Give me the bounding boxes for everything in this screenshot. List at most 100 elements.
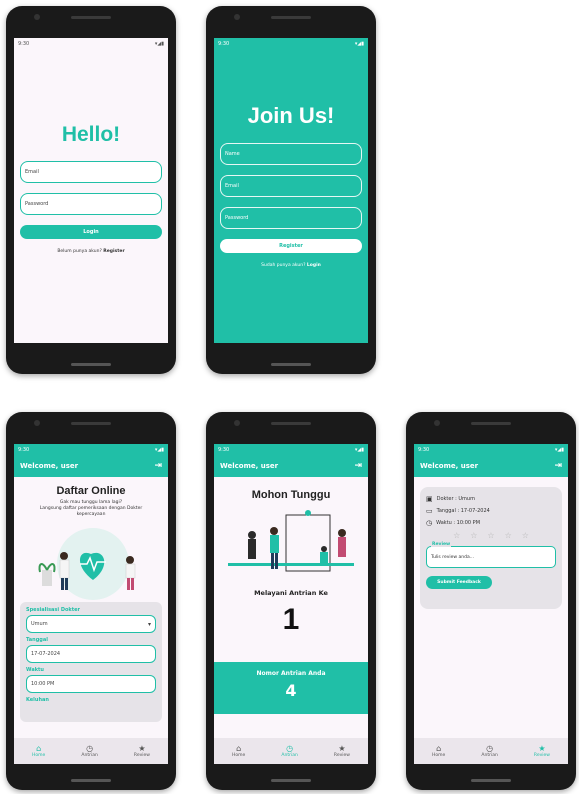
review-card: ▣ Dokter : Umum ▭ Tanggal : 17-07-2024 ◷ Wa… [420, 487, 562, 609]
speaker [71, 422, 111, 425]
keluhan-label: Keluhan [26, 697, 49, 703]
star-icon[interactable]: ☆ [470, 531, 477, 540]
home-icon: ⌂ [436, 744, 442, 753]
status-bar: 9:30 ▾◢▮ [14, 38, 168, 49]
home-icon: ⌂ [236, 744, 242, 753]
login-title: Hello! [61, 123, 121, 146]
register-link[interactable]: Register [103, 249, 124, 254]
status-bar: 9:30 ▾◢▮ [14, 444, 168, 455]
speaker [71, 16, 111, 19]
logout-icon[interactable]: ⇥ [354, 461, 362, 471]
your-number-panel: Nomor Antrian Anda 4 [214, 662, 368, 714]
star-icon: ★ [538, 744, 546, 753]
password-field[interactable]: Password [220, 207, 362, 229]
home-indicator [71, 363, 111, 366]
register-screen: 9:30 ▾◢▮ Join Us! Name Email Password Re… [214, 38, 368, 343]
status-bar: 9:30 ▾◢▮ [214, 38, 368, 49]
home-icon: ⌂ [36, 744, 42, 753]
logout-icon[interactable]: ⇥ [554, 461, 562, 471]
bottom-nav: ⌂ Home ◷ Antrian ★ Review [14, 738, 168, 764]
nav-antrian[interactable]: ◷ Antrian [481, 744, 497, 758]
spesialisasi-label: Spesialisasi Dokter [26, 607, 81, 613]
camera [34, 420, 40, 426]
status-icons: ▾◢▮ [554, 446, 564, 453]
nav-home[interactable]: ⌂ Home [232, 744, 245, 758]
nav-antrian-label: Antrian [81, 753, 98, 758]
app-bar-title: Welcome, user [420, 462, 479, 470]
logout-icon[interactable]: ⇥ [154, 461, 162, 471]
nav-review-label: Review [533, 753, 550, 758]
nav-antrian[interactable]: ◷ Antrian [81, 744, 97, 758]
spesialisasi-select[interactable]: Umum ▾ [26, 615, 156, 633]
nav-antrian-label: Antrian [481, 753, 498, 758]
waktu-label: Waktu [26, 667, 44, 673]
has-account-text: Sudah punya akun? [261, 263, 306, 268]
review-field[interactable]: Review Tulis review anda... [426, 542, 556, 568]
calendar-icon: ▭ [426, 507, 433, 515]
star-icon[interactable]: ☆ [505, 531, 512, 540]
star-icon[interactable]: ☆ [487, 531, 494, 540]
doctor-illustration [38, 528, 136, 600]
doctor-icon: ▣ [426, 495, 433, 503]
camera [234, 14, 240, 20]
nav-home-label: Home [32, 753, 46, 758]
nav-review-label: Review [133, 753, 150, 758]
submit-feedback-button[interactable]: Submit Feedback [426, 576, 492, 589]
detail-tanggal-text: Tanggal : 17-07-2024 [436, 508, 490, 514]
status-icons: ▾◢▮ [154, 40, 164, 47]
login-button[interactable]: Login [20, 225, 162, 239]
clock-icon: ◷ [426, 519, 433, 527]
review-label: Review [431, 542, 452, 547]
bottom-nav: ⌂ Home ◷ Antrian ★ Review [214, 738, 368, 764]
status-time: 9:30 [418, 446, 430, 453]
nav-review[interactable]: ★ Review [334, 744, 350, 758]
name-field[interactable]: Name [220, 143, 362, 165]
login-prompt: Sudah punya akun? Login [220, 263, 362, 268]
tanggal-field[interactable]: 17-07-2024 [26, 645, 156, 663]
nav-home-label: Home [232, 753, 246, 758]
antrian-title: Mohon Tunggu [251, 489, 331, 501]
daftar-subtitle-3: kepercayaan [76, 512, 106, 517]
register-button[interactable]: Register [220, 239, 362, 253]
star-icon[interactable]: ☆ [453, 531, 460, 540]
email-field[interactable]: Email [220, 175, 362, 197]
nav-review[interactable]: ★ Review [534, 744, 550, 758]
review-placeholder: Tulis review anda... [431, 555, 475, 560]
star-icon[interactable]: ☆ [522, 531, 529, 540]
speaker [271, 422, 311, 425]
star-icon: ★ [138, 744, 146, 753]
nav-review-label: Review [333, 753, 350, 758]
serving-label: Melayani Antrian Ke [254, 589, 328, 597]
nav-home[interactable]: ⌂ Home [432, 744, 445, 758]
app-bar-title: Welcome, user [220, 462, 279, 470]
nav-antrian[interactable]: ◷ Antrian [281, 744, 297, 758]
detail-dokter-text: Dokter : Umum [436, 496, 475, 502]
login-link[interactable]: Login [307, 263, 321, 268]
status-time: 9:30 [18, 40, 30, 47]
speaker [471, 422, 511, 425]
camera [234, 420, 240, 426]
detail-tanggal: ▭ Tanggal : 17-07-2024 [426, 507, 556, 515]
nav-home[interactable]: ⌂ Home [32, 744, 45, 758]
waktu-field[interactable]: 10:00 PM [26, 675, 156, 693]
detail-waktu-text: Waktu : 10:00 PM [436, 520, 481, 526]
camera [34, 14, 40, 20]
status-bar: 9:30 ▾◢▮ [214, 444, 368, 455]
home-indicator [71, 779, 111, 782]
register-prompt: Belum punya akun? Register [20, 249, 162, 254]
nav-review[interactable]: ★ Review [134, 744, 150, 758]
status-icons: ▾◢▮ [354, 446, 364, 453]
speaker [271, 16, 311, 19]
daftar-form: Spesialisasi Dokter Umum ▾ Tanggal 17-07… [20, 602, 162, 722]
bottom-nav: ⌂ Home ◷ Antrian ★ Review [414, 738, 568, 764]
nav-home-label: Home [432, 753, 446, 758]
home-indicator [271, 363, 311, 366]
status-time: 9:30 [218, 40, 230, 47]
queue-illustration [228, 510, 354, 572]
password-field[interactable]: Password [20, 193, 162, 215]
daftar-title: Daftar Online [56, 485, 126, 497]
phone-daftar: 9:30 ▾◢▮ Welcome, user ⇥ Daftar Online G… [6, 412, 176, 790]
rating-stars: ☆ ☆ ☆ ☆ ☆ [426, 531, 556, 540]
email-field[interactable]: Email [20, 161, 162, 183]
status-icons: ▾◢▮ [354, 40, 364, 47]
